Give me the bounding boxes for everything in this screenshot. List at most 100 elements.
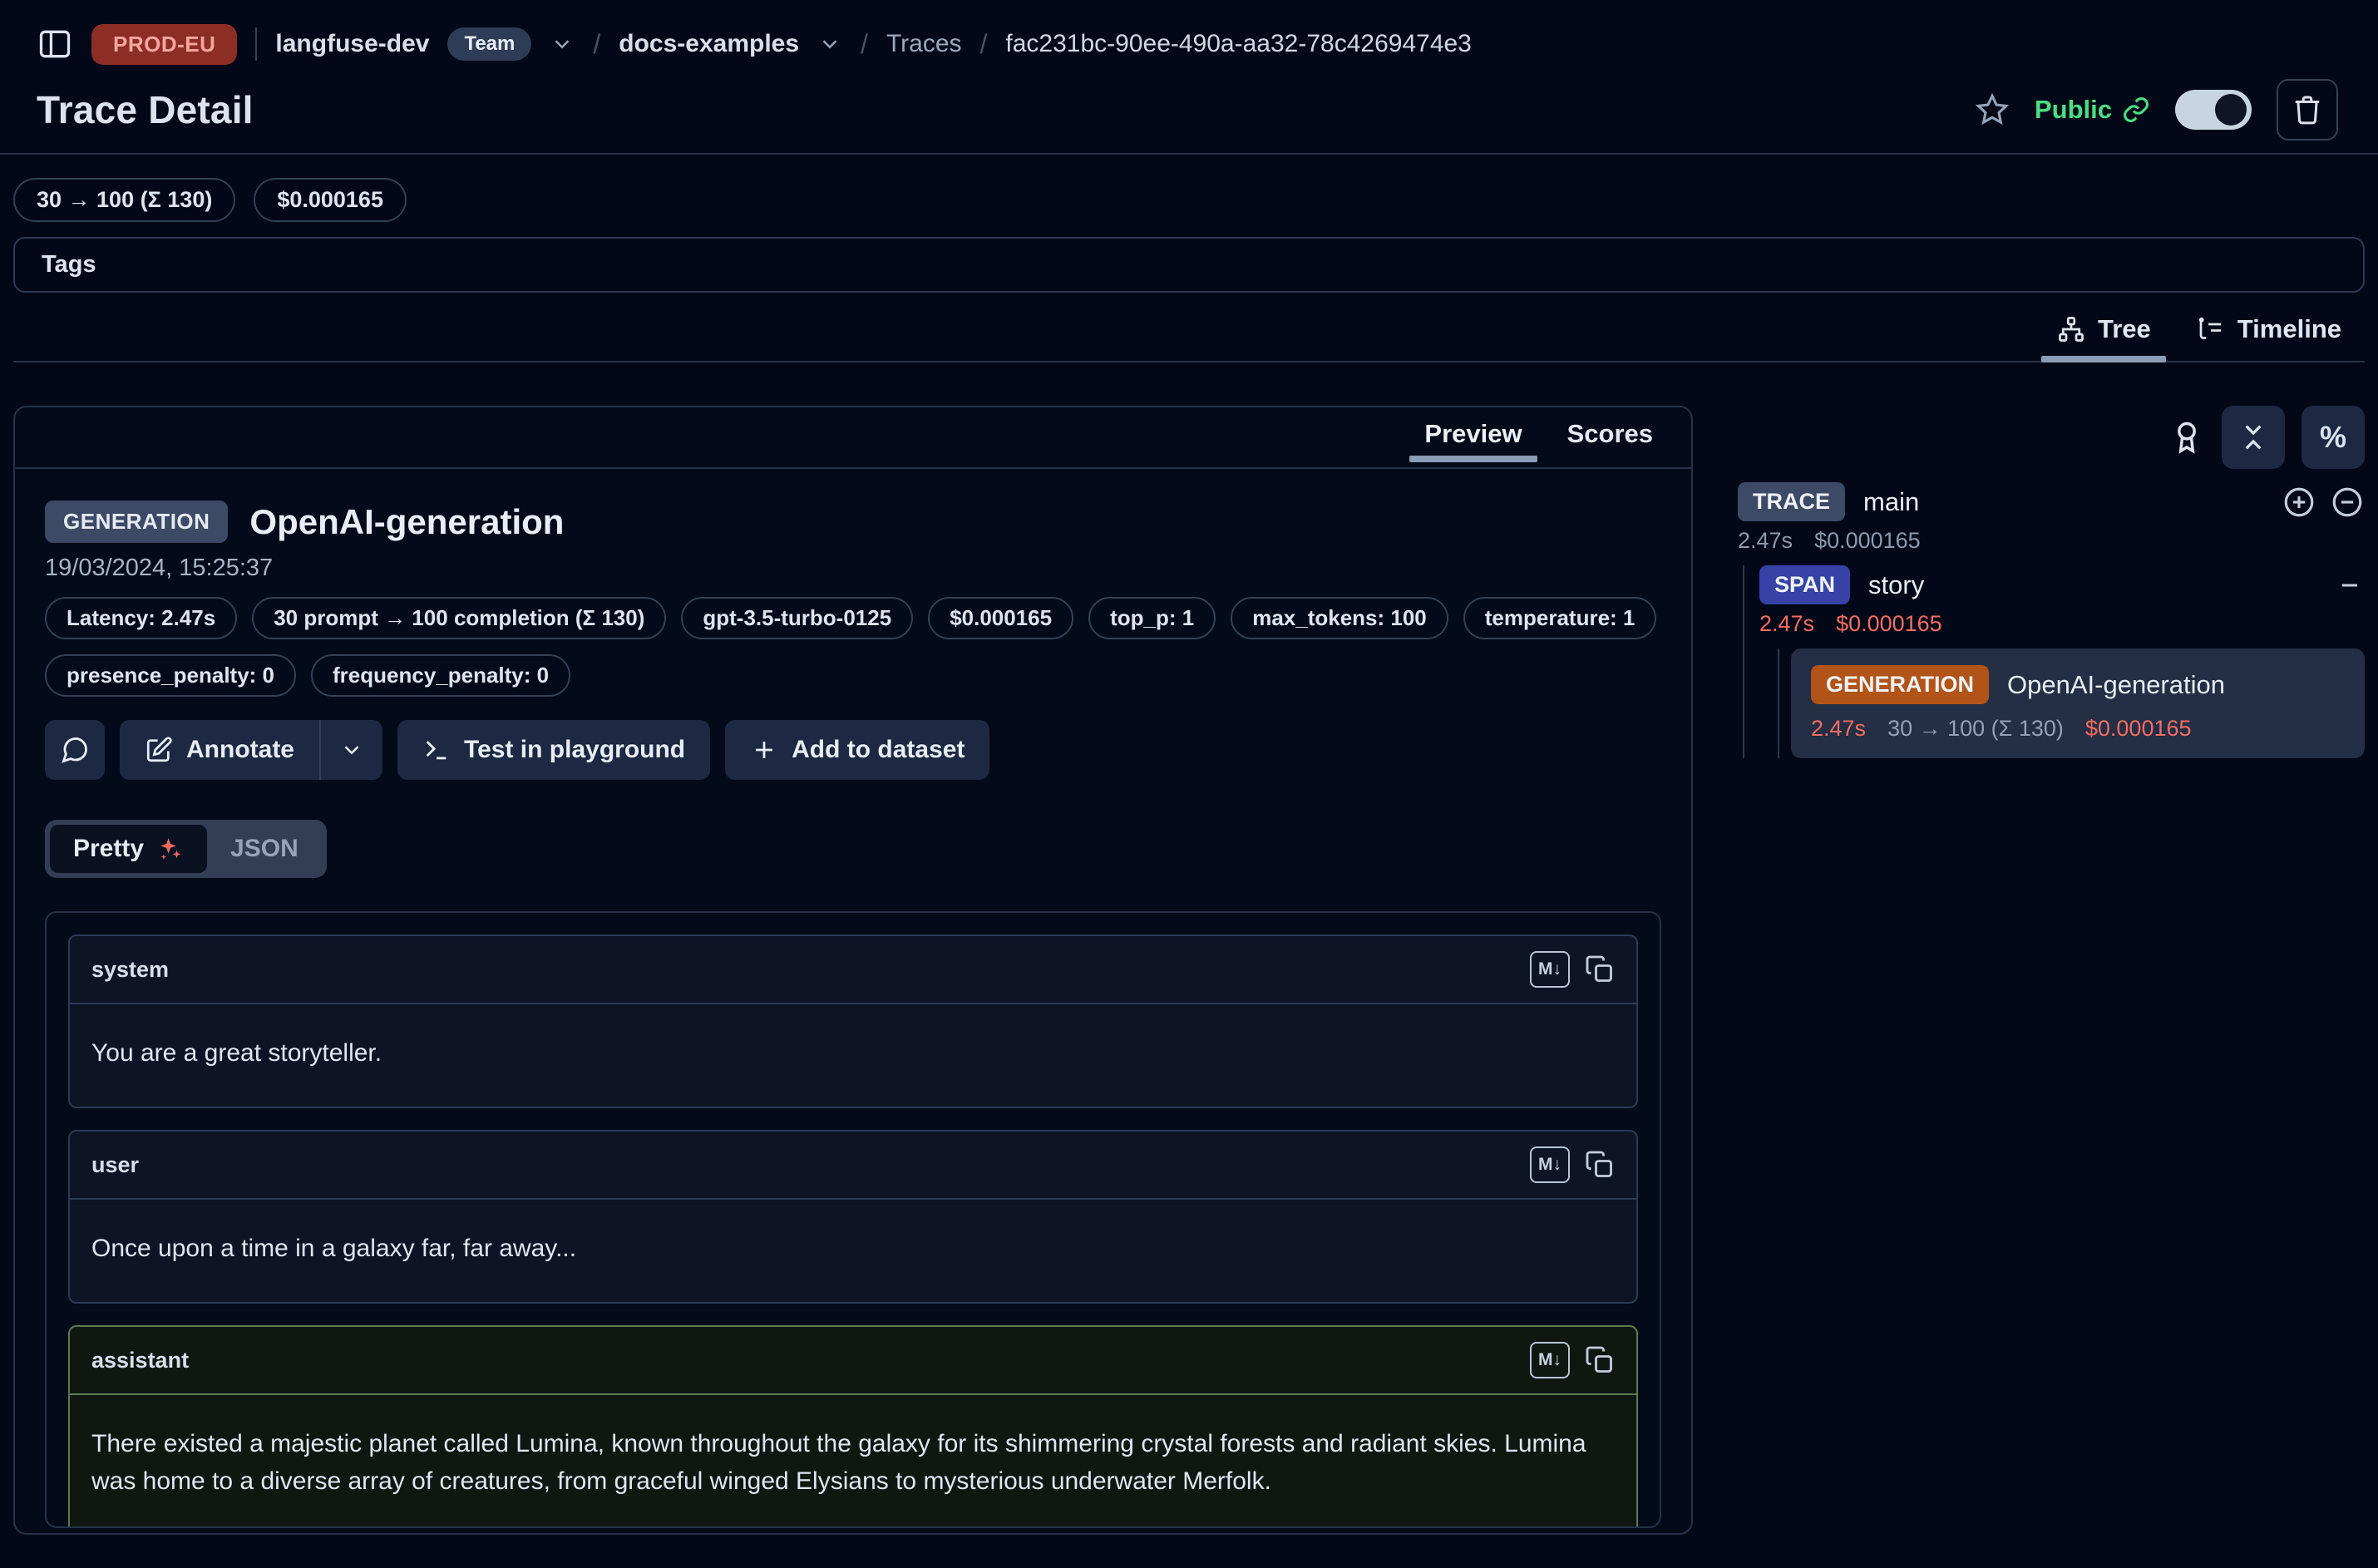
collapse-all-button[interactable] bbox=[2222, 406, 2285, 469]
copy-icon[interactable] bbox=[1585, 1345, 1615, 1375]
trace-cost: $0.000165 bbox=[1814, 528, 1921, 554]
tree-node-trace[interactable]: TRACE main bbox=[1738, 482, 2365, 521]
trace-tokens-badge: 30 → 100 (Σ 130) bbox=[13, 178, 235, 222]
delete-trace-button[interactable] bbox=[2277, 79, 2338, 141]
observation-badges-row2: presence_penalty: 0 frequency_penalty: 0 bbox=[45, 654, 1661, 697]
generation-name: OpenAI-generation bbox=[2007, 670, 2225, 700]
divider bbox=[255, 27, 257, 61]
tab-preview[interactable]: Preview bbox=[1408, 407, 1538, 467]
public-toggle[interactable] bbox=[2175, 90, 2252, 130]
breadcrumb-separator: / bbox=[861, 29, 868, 60]
generation-cost: $0.000165 bbox=[2085, 716, 2192, 742]
scores-award-icon[interactable] bbox=[2168, 419, 2205, 456]
trace-summary-badges: 30 → 100 (Σ 130) $0.000165 bbox=[13, 178, 2365, 222]
sparkles-icon bbox=[155, 835, 184, 863]
playground-label: Test in playground bbox=[464, 736, 685, 764]
tree-icon bbox=[2056, 314, 2086, 344]
span-cost: $0.000165 bbox=[1836, 611, 1942, 637]
tab-timeline[interactable]: Timeline bbox=[2178, 306, 2360, 361]
markdown-toggle-icon[interactable]: M↓ bbox=[1530, 951, 1570, 988]
breadcrumb: PROD-EU langfuse-dev Team / docs-example… bbox=[37, 18, 2338, 70]
markdown-toggle-icon[interactable]: M↓ bbox=[1530, 1146, 1570, 1183]
io-preview: system M↓ You are a great storyteller. bbox=[45, 911, 1661, 1528]
copy-icon[interactable] bbox=[1585, 1150, 1615, 1180]
message-content: You are a great storyteller. bbox=[70, 1004, 1636, 1107]
breadcrumb-trace-id: fac231bc-90ee-490a-aa32-78c4269474e3 bbox=[1005, 30, 1471, 58]
add-to-dataset-button[interactable]: Add to dataset bbox=[725, 720, 989, 780]
tab-scores[interactable]: Scores bbox=[1551, 407, 1670, 467]
trace-type-badge: TRACE bbox=[1738, 482, 1845, 521]
generation-tokens: 30 → 100 (Σ 130) bbox=[1887, 716, 2064, 742]
span-name: story bbox=[1868, 570, 1924, 600]
span-latency: 2.47s bbox=[1759, 611, 1814, 637]
annotate-label: Annotate bbox=[186, 736, 294, 764]
tab-tree[interactable]: Tree bbox=[2038, 306, 2169, 361]
test-in-playground-button[interactable]: Test in playground bbox=[397, 720, 710, 780]
parameter-badge: presence_penalty: 0 bbox=[45, 654, 296, 697]
markdown-toggle-icon[interactable]: M↓ bbox=[1530, 1342, 1570, 1378]
public-label: Public bbox=[2035, 95, 2112, 125]
parameter-badge: frequency_penalty: 0 bbox=[311, 654, 570, 697]
actions-row: Annotate Test in playground Add to data bbox=[45, 720, 1661, 780]
parameter-badge: max_tokens: 100 bbox=[1231, 597, 1448, 639]
message-role: system bbox=[91, 957, 169, 983]
parameter-badge: $0.000165 bbox=[928, 597, 1073, 639]
chevron-down-icon[interactable] bbox=[550, 32, 575, 57]
tags-label: Tags bbox=[42, 251, 96, 278]
observation-card: Preview Scores GENERATION OpenAI-generat… bbox=[13, 406, 1693, 1535]
chevron-down-icon[interactable] bbox=[817, 32, 842, 57]
tags-box[interactable]: Tags bbox=[13, 237, 2365, 293]
breadcrumb-project[interactable]: docs-examples bbox=[619, 30, 799, 58]
parameter-badge: gpt-3.5-turbo-0125 bbox=[681, 597, 913, 639]
public-share-button[interactable]: Public bbox=[2035, 95, 2150, 125]
trace-metrics: 2.47s $0.000165 bbox=[1738, 528, 2365, 554]
timeline-icon bbox=[2196, 314, 2226, 344]
sidebar-toggle-icon[interactable] bbox=[37, 26, 73, 62]
environment-badge[interactable]: PROD-EU bbox=[91, 24, 237, 65]
message-assistant: assistant M↓ There existed a majestic pl… bbox=[68, 1325, 1638, 1528]
format-json-segment[interactable]: JSON bbox=[207, 825, 322, 873]
trace-cost-badge: $0.000165 bbox=[254, 178, 407, 222]
format-pretty-segment[interactable]: Pretty bbox=[50, 825, 207, 873]
fold-vertical-icon bbox=[2237, 421, 2270, 454]
format-toggle: Pretty JSON bbox=[45, 820, 327, 878]
comment-button[interactable] bbox=[45, 720, 105, 780]
chevron-down-icon bbox=[339, 737, 364, 762]
message-content: Once upon a time in a galaxy far, far aw… bbox=[70, 1200, 1636, 1302]
annotate-button[interactable]: Annotate bbox=[120, 720, 319, 780]
collapse-node-icon[interactable] bbox=[2330, 485, 2365, 520]
parameter-badge: 30 prompt → 100 completion (Σ 130) bbox=[252, 597, 666, 639]
observation-title: OpenAI-generation bbox=[249, 502, 564, 542]
message-system: system M↓ You are a great storyteller. bbox=[68, 934, 1638, 1108]
annotate-dropdown-button[interactable] bbox=[321, 720, 382, 780]
message-role: user bbox=[91, 1152, 139, 1178]
trace-tree-panel: % TRACE main 2.47s $0.000165 bbox=[1738, 406, 2365, 758]
span-metrics: 2.47s $0.000165 bbox=[1759, 611, 2365, 637]
tree-node-generation-selected[interactable]: GENERATION OpenAI-generation 2.47s 30 → … bbox=[1791, 648, 2365, 758]
parameter-badge: Latency: 2.47s bbox=[45, 597, 237, 639]
observation-badges-row1: Latency: 2.47s 30 prompt → 100 completion… bbox=[45, 597, 1661, 639]
comment-icon bbox=[60, 735, 90, 765]
header-divider bbox=[0, 153, 2378, 155]
collapse-span-icon[interactable] bbox=[2335, 570, 2365, 600]
title-actions: Public bbox=[1975, 79, 2338, 141]
pretty-label: Pretty bbox=[73, 835, 144, 863]
copy-icon[interactable] bbox=[1585, 954, 1615, 984]
trace-name: main bbox=[1863, 487, 1919, 517]
message-user: user M↓ Once upon a time in a galaxy far… bbox=[68, 1130, 1638, 1304]
breadcrumb-traces[interactable]: Traces bbox=[886, 30, 962, 58]
toggle-knob bbox=[2215, 94, 2247, 126]
bookmark-star-icon[interactable] bbox=[1975, 92, 2010, 127]
expand-all-icon[interactable] bbox=[2282, 485, 2316, 520]
span-type-badge: SPAN bbox=[1759, 565, 1850, 604]
parameter-badge: top_p: 1 bbox=[1088, 597, 1216, 639]
breadcrumb-org[interactable]: langfuse-dev bbox=[275, 30, 429, 58]
title-row: Trace Detail Public bbox=[37, 70, 2338, 150]
message-content: There existed a majestic planet called L… bbox=[70, 1395, 1636, 1528]
metrics-percent-button[interactable]: % bbox=[2302, 406, 2365, 469]
observation-timestamp: 19/03/2024, 15:25:37 bbox=[45, 555, 1661, 582]
page-title: Trace Detail bbox=[37, 87, 254, 132]
tree-node-span[interactable]: SPAN story bbox=[1759, 565, 2365, 604]
parameter-badge: temperature: 1 bbox=[1463, 597, 1657, 639]
org-type-pill: Team bbox=[447, 27, 531, 61]
